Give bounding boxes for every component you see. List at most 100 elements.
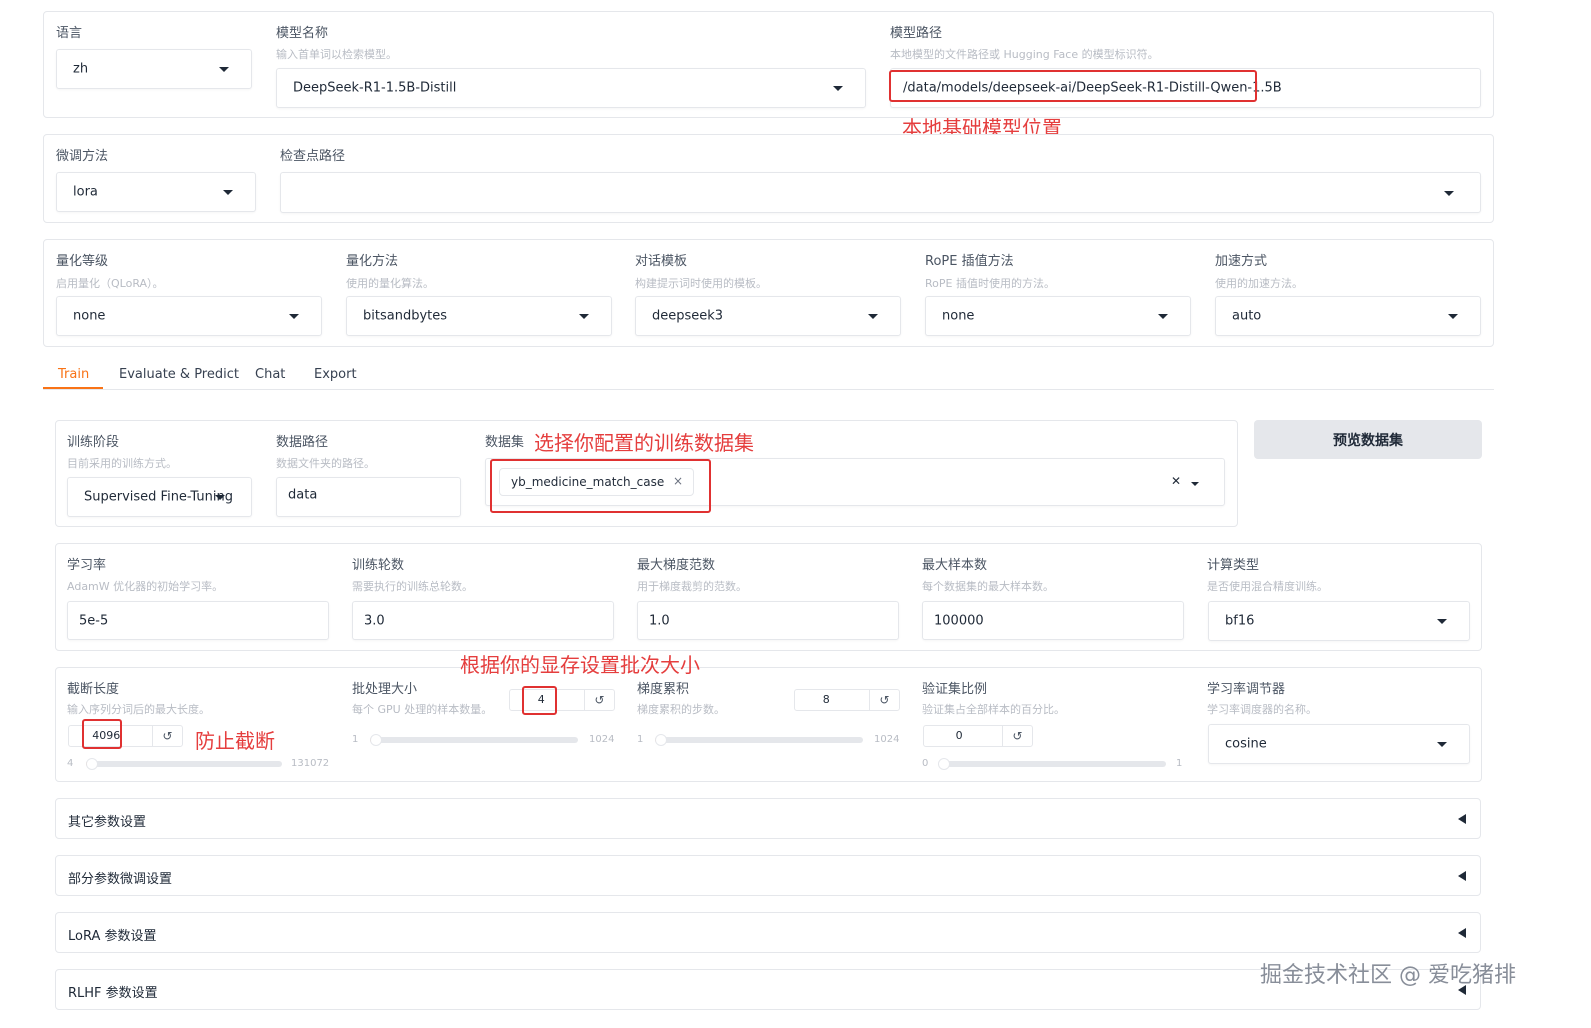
chevron-down-icon — [1437, 619, 1447, 624]
rope-label: RoPE 插值方法 — [925, 254, 1014, 269]
grad-accum-hint: 梯度累积的步数。 — [637, 703, 725, 716]
lr-scheduler-select[interactable]: cosine — [1208, 724, 1470, 764]
chevron-down-icon — [223, 190, 233, 195]
booster-select[interactable]: auto — [1215, 296, 1481, 336]
dataset-dir-input[interactable]: data — [276, 477, 461, 517]
tab-train[interactable]: Train — [58, 367, 89, 382]
quant-method-hint: 使用的量化算法。 — [346, 277, 434, 290]
grad-accum-value: 8 — [822, 693, 830, 706]
accordion-lora-settings[interactable]: LoRA 参数设置 — [55, 912, 1481, 953]
grad-accum-slider[interactable] — [655, 734, 863, 746]
reset-icon[interactable]: ↺ — [584, 690, 614, 710]
collapse-arrow-icon — [1458, 814, 1466, 824]
annotation-highlight — [490, 459, 711, 513]
grad-accum-label: 梯度累积 — [637, 682, 690, 697]
lang-select[interactable]: zh — [56, 49, 252, 89]
val-size-number-input[interactable]: 0 ↺ — [923, 725, 1033, 747]
template-select[interactable]: deepseek3 — [635, 296, 901, 336]
epochs-input[interactable]: 3.0 — [352, 601, 614, 640]
quant-method-select[interactable]: bitsandbytes — [346, 296, 612, 336]
batch-size-hint: 每个 GPU 处理的样本数量。 — [352, 703, 493, 716]
accordion-title: 部分参数微调设置 — [68, 872, 173, 887]
max-grad-norm-input[interactable]: 1.0 — [637, 601, 899, 640]
dataset-dir-value: data — [288, 487, 318, 503]
cutoff-slider[interactable] — [86, 758, 282, 770]
accordion-title: 其它参数设置 — [68, 815, 147, 830]
max-samples-label: 最大样本数 — [922, 558, 988, 573]
cutoff-max: 131072 — [291, 758, 330, 769]
batch-size-slider[interactable] — [370, 734, 578, 746]
checkpoint-select[interactable] — [280, 172, 1481, 213]
dataset-dir-label: 数据路径 — [276, 435, 329, 450]
model-name-value: DeepSeek-R1-1.5B-Distill — [293, 80, 457, 96]
lr-label: 学习率 — [67, 558, 107, 573]
accordion-title: LoRA 参数设置 — [68, 929, 157, 944]
val-size-max: 1 — [1176, 758, 1183, 769]
grad-accum-slider-thumb[interactable] — [655, 734, 667, 746]
cutoff-slider-thumb[interactable] — [86, 758, 98, 770]
tab-evaluate[interactable]: Evaluate & Predict — [119, 367, 239, 382]
stage-label: 训练阶段 — [67, 435, 120, 450]
clear-icon[interactable]: ✕ — [1171, 474, 1181, 488]
grad-accum-max: 1024 — [874, 734, 900, 745]
finetune-method-select[interactable]: lora — [56, 172, 256, 212]
compute-type-select[interactable]: bf16 — [1208, 601, 1470, 641]
template-label: 对话模板 — [635, 254, 688, 269]
batch-size-label: 批处理大小 — [352, 682, 418, 697]
watermark: 掘金技术社区 @ 爱吃猪排 — [1260, 963, 1516, 988]
tab-export[interactable]: Export — [314, 367, 357, 382]
val-size-label: 验证集比例 — [922, 682, 988, 697]
chevron-down-icon — [833, 86, 843, 91]
batch-size-max: 1024 — [589, 734, 615, 745]
val-size-slider[interactable] — [938, 758, 1166, 770]
chevron-down-icon — [1444, 190, 1454, 196]
max-samples-input[interactable]: 100000 — [922, 601, 1184, 640]
quant-bit-hint: 启用量化（QLoRA）。 — [56, 277, 164, 290]
reset-icon[interactable]: ↺ — [869, 690, 899, 710]
lr-scheduler-hint: 学习率调度器的名称。 — [1207, 703, 1317, 716]
val-size-slider-thumb[interactable] — [938, 758, 950, 770]
annotation-cutoff: 防止截断 — [195, 729, 275, 753]
val-size-value: 0 — [955, 729, 963, 742]
accordion-extra-settings[interactable]: 其它参数设置 — [55, 798, 1481, 839]
val-size-min: 0 — [922, 758, 929, 769]
quant-bit-value: none — [73, 308, 106, 324]
model-name-label: 模型名称 — [276, 26, 329, 41]
chevron-down-icon — [579, 314, 589, 319]
max-grad-norm-label: 最大梯度范数 — [637, 558, 716, 573]
collapse-arrow-icon — [1458, 928, 1466, 938]
lang-label: 语言 — [56, 26, 83, 41]
preview-dataset-label: 预览数据集 — [1333, 433, 1403, 449]
val-size-hint: 验证集占全部样本的百分比。 — [922, 703, 1065, 716]
cutoff-hint: 输入序列分词后的最大长度。 — [67, 703, 210, 716]
quant-method-value: bitsandbytes — [363, 308, 448, 324]
reset-icon[interactable]: ↺ — [1002, 726, 1032, 746]
lr-hint: AdamW 优化器的初始学习率。 — [67, 580, 224, 593]
stage-value: Supervised Fine-Tuning — [84, 489, 233, 505]
epochs-value: 3.0 — [364, 613, 385, 628]
epochs-label: 训练轮数 — [352, 558, 405, 573]
quant-bit-select[interactable]: none — [56, 296, 322, 336]
tab-chat[interactable]: Chat — [255, 367, 285, 382]
model-name-select[interactable]: DeepSeek-R1-1.5B-Distill — [276, 68, 866, 108]
chevron-down-icon — [215, 495, 225, 500]
batch-size-min: 1 — [352, 734, 359, 745]
max-samples-value: 100000 — [934, 613, 984, 628]
lr-input[interactable]: 5e-5 — [67, 601, 329, 640]
preview-dataset-button[interactable]: 预览数据集 — [1254, 420, 1482, 459]
reset-icon[interactable]: ↺ — [152, 726, 182, 746]
quant-method-label: 量化方法 — [346, 254, 399, 269]
grad-accum-min: 1 — [637, 734, 644, 745]
compute-type-value: bf16 — [1225, 613, 1255, 629]
lr-value: 5e-5 — [79, 613, 109, 628]
accordion-freeze-settings[interactable]: 部分参数微调设置 — [55, 855, 1481, 896]
stage-select[interactable]: Supervised Fine-Tuning — [67, 477, 252, 517]
rope-select[interactable]: none — [925, 296, 1191, 336]
template-value: deepseek3 — [652, 308, 724, 324]
annotation-dataset: 选择你配置的训练数据集 — [534, 431, 754, 455]
lr-scheduler-label: 学习率调节器 — [1207, 682, 1286, 697]
tab-divider — [43, 389, 1494, 390]
batch-size-slider-thumb[interactable] — [370, 734, 382, 746]
epochs-hint: 需要执行的训练总轮数。 — [352, 580, 473, 593]
grad-accum-number-input[interactable]: 8 ↺ — [794, 689, 900, 711]
